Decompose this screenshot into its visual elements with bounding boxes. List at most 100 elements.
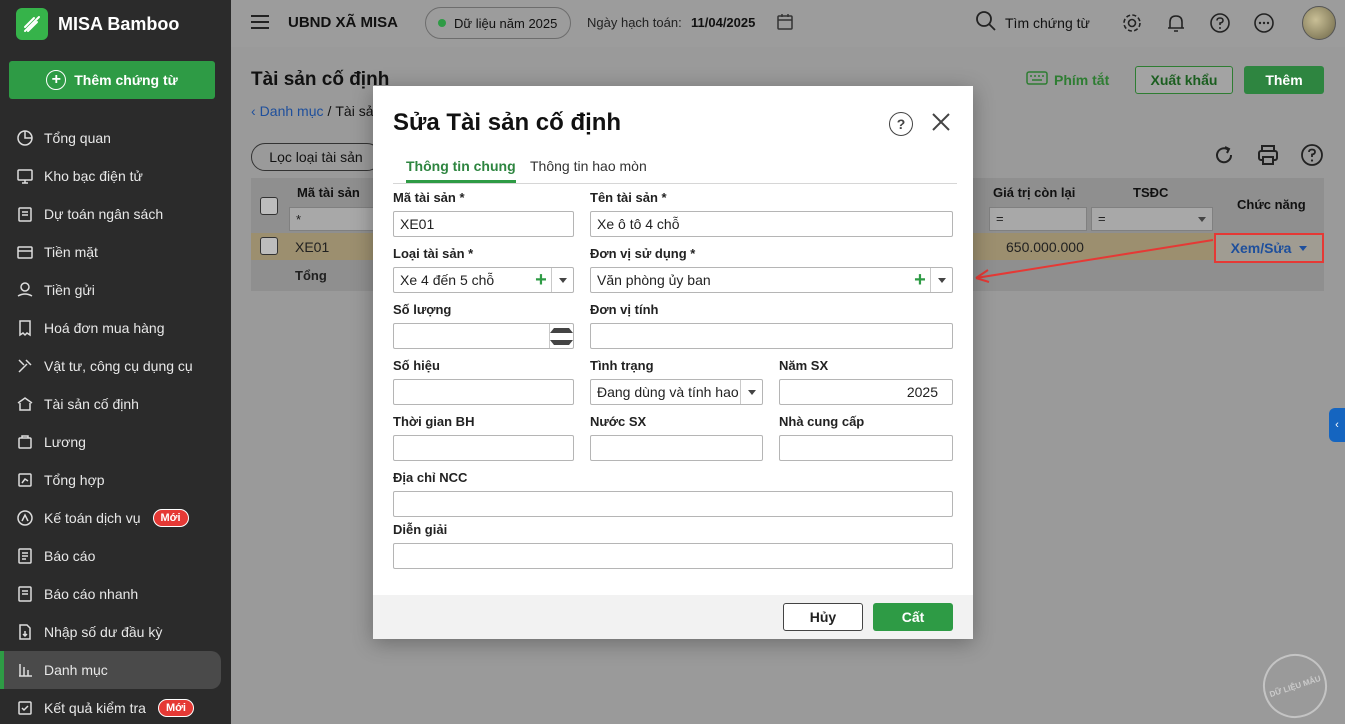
deposit-icon [16,281,34,299]
sidebar-item-check-results[interactable]: Kết quả kiểm tra Mới [0,689,231,724]
save-button[interactable]: Cất [873,603,953,631]
sidebar-item-label: Tổng quan [44,130,111,146]
search-vouchers[interactable]: Tìm chứng từ [975,10,1090,35]
sidebar-item-label: Dự toán ngân sách [44,206,164,222]
asset-type-value: Xe 4 đến 5 chỗ [400,272,495,288]
add-using-unit-icon[interactable]: + [910,270,930,290]
sidebar-item-salary[interactable]: Lương [0,423,231,461]
sidebar-item-deposit[interactable]: Tiền gửi [0,271,231,309]
print-icon[interactable] [1256,143,1280,167]
asset-name-value: Xe ô tô 4 chỗ [597,216,680,232]
supplier-field[interactable] [779,435,953,461]
chevron-down-icon[interactable] [740,380,762,404]
column-header-remaining-value[interactable]: Giá trị còn lại [993,178,1075,206]
column-header-asset-code[interactable]: Mã tài sản [297,178,360,206]
select-all-checkbox[interactable] [260,197,278,215]
chevron-up-icon[interactable] [550,324,573,336]
grid-help-icon[interactable] [1300,143,1324,167]
asset-name-field[interactable]: Xe ô tô 4 chỗ [590,211,953,237]
refresh-icon[interactable] [1212,143,1236,167]
shortcut-button[interactable]: Phím tắt [1026,71,1109,88]
tab-general-info[interactable]: Thông tin chung [406,158,516,183]
chevron-down-icon[interactable] [551,268,573,292]
export-button[interactable]: Xuất khẩu [1135,66,1233,94]
data-year-selector[interactable]: Dữ liệu năm 2025 [425,7,571,39]
cancel-button[interactable]: Hủy [783,603,863,631]
app-logo[interactable]: MISA Bamboo [16,8,179,40]
side-panel-toggle[interactable]: ‹ [1329,408,1345,442]
sidebar-item-categories[interactable]: Danh mục [0,651,221,689]
quick-report-icon [16,585,34,603]
accounting-date-value[interactable]: 11/04/2025 [691,15,755,30]
sidebar-item-quick-reports[interactable]: Báo cáo nhanh [0,575,231,613]
view-edit-label: Xem/Sửa [1230,240,1292,256]
sidebar-item-purchase-invoice[interactable]: Hoá đơn mua hàng [0,309,231,347]
asset-code-value: XE01 [400,216,435,232]
description-field[interactable] [393,543,953,569]
chevron-down-icon[interactable] [930,268,952,292]
filter-eq: = [1098,211,1106,226]
sidebar-item-materials-tools[interactable]: Vật tư, công cụ dụng cụ [0,347,231,385]
quantity-stepper[interactable] [393,323,574,349]
view-edit-button[interactable]: Xem/Sửa [1214,233,1324,263]
bell-icon[interactable] [1165,12,1187,34]
sidebar-nav: Tổng quan Kho bạc điện tử Dự toán ngân s… [0,119,231,724]
country-field[interactable] [590,435,763,461]
annotation-arrow [975,239,1214,283]
add-button[interactable]: Thêm [1244,66,1324,94]
column-header-tsdc[interactable]: TSĐC [1133,178,1168,206]
sidebar-item-summary[interactable]: Tổng hợp [0,461,231,499]
year-field[interactable]: 2025 [779,379,953,405]
tab-depreciation-info[interactable]: Thông tin hao mòn [530,158,647,180]
add-asset-type-icon[interactable]: + [531,270,551,290]
serial-field[interactable] [393,379,574,405]
calendar-icon[interactable] [776,13,794,34]
sidebar-item-label: Lương [44,434,86,450]
check-result-icon [16,699,34,717]
remaining-value-filter[interactable]: = [989,207,1087,231]
budget-icon [16,205,34,223]
sidebar-item-e-treasury[interactable]: Kho bạc điện tử [0,157,231,195]
warranty-field[interactable] [393,435,574,461]
quantity-spinner[interactable] [549,324,573,348]
asset-code-field[interactable]: XE01 [393,211,574,237]
sidebar-item-opening-balance[interactable]: Nhập số dư đầu kỳ [0,613,231,651]
asset-type-combobox[interactable]: Xe 4 đến 5 chỗ + [393,267,574,293]
row-checkbox[interactable] [260,237,278,255]
invoice-icon [16,319,34,337]
dialog-help-icon[interactable]: ? [889,112,913,136]
using-unit-combobox[interactable]: Văn phòng ủy ban + [590,267,953,293]
shortcut-label: Phím tắt [1054,71,1110,88]
report-icon [16,547,34,565]
supplier-address-field[interactable] [393,491,953,517]
add-voucher-button[interactable]: + Thêm chứng từ [9,61,215,99]
sidebar-item-label: Báo cáo [44,548,96,564]
search-icon [975,10,997,35]
more-icon[interactable] [1253,12,1275,34]
breadcrumb-link[interactable]: Danh mục [260,103,324,119]
unit-field[interactable] [590,323,953,349]
asset-type-filter-button[interactable]: Lọc loại tài sản [251,143,381,171]
sidebar-item-reports[interactable]: Báo cáo [0,537,231,575]
gear-icon[interactable] [1121,12,1143,34]
supplier-address-label: Địa chỉ NCC [393,470,468,485]
breadcrumb-back-icon[interactable]: ‹ [251,103,256,119]
sidebar-item-fixed-assets[interactable]: Tài sản cố định [0,385,231,423]
avatar[interactable] [1302,6,1336,40]
chevron-down-icon[interactable] [1299,245,1308,251]
chevron-down-icon[interactable] [550,336,573,348]
menu-icon[interactable] [251,15,269,29]
year-label: Năm SX [779,358,829,373]
status-select[interactable]: Đang dùng và tính hao [590,379,763,405]
tsdc-filter[interactable]: = [1091,207,1213,231]
sidebar-item-service-accounting[interactable]: Kế toán dịch vụ Mới [0,499,231,537]
org-name[interactable]: UBND XÃ MISA [288,14,398,31]
close-icon[interactable] [929,110,953,134]
sidebar-item-label: Tiền mặt [44,244,98,260]
sidebar-item-budget[interactable]: Dự toán ngân sách [0,195,231,233]
sidebar-item-overview[interactable]: Tổng quan [0,119,231,157]
help-icon[interactable] [1209,12,1231,34]
asset-code-filter[interactable]: * [289,207,379,231]
asset-code-label: Mã tài sản * [393,190,465,205]
sidebar-item-cash[interactable]: Tiền mặt [0,233,231,271]
